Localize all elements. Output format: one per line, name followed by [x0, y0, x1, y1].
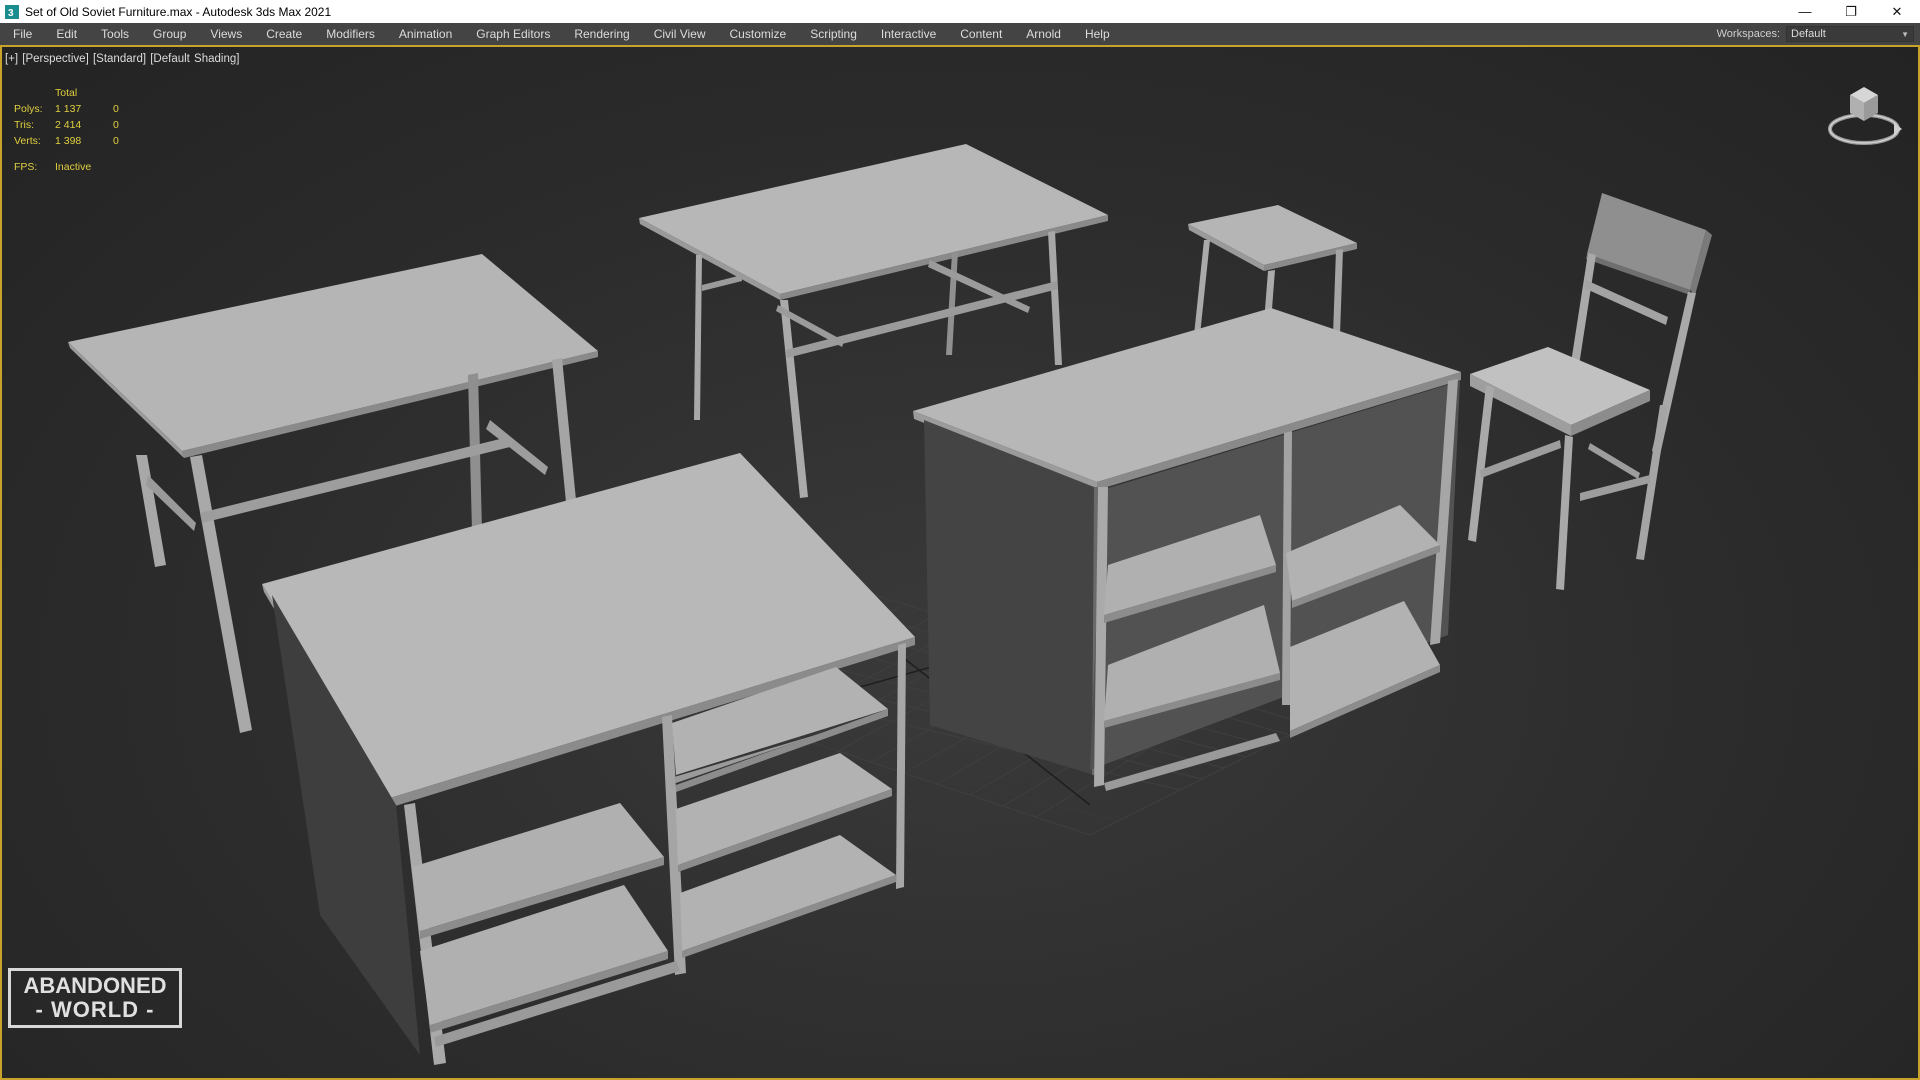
chair[interactable] [1468, 193, 1712, 590]
close-button[interactable]: ✕ [1874, 0, 1920, 23]
minimize-button[interactable]: — [1782, 0, 1828, 23]
viewport-label[interactable]: [+] [Perspective] [Standard] [Default Sh… [5, 53, 239, 65]
window-controls: — ❐ ✕ [1782, 0, 1920, 23]
viewport-scene [68, 144, 1712, 1065]
menu-help[interactable]: Help [1073, 23, 1122, 45]
menu-animation[interactable]: Animation [387, 23, 464, 45]
desk-shelves-right[interactable] [913, 308, 1461, 791]
viewcube-icon[interactable] [1824, 79, 1904, 151]
menu-graph-editors[interactable]: Graph Editors [464, 23, 562, 45]
logo-line1: ABANDONED [23, 973, 167, 998]
tris-total: 2 414 [55, 119, 82, 131]
menu-tools[interactable]: Tools [89, 23, 141, 45]
scene-statistics: Total Polys: 1 137 0 Tris: 2 414 0 Verts… [14, 85, 143, 175]
3dsmax-app-icon[interactable]: 3 [5, 4, 19, 19]
tris-label: Tris: [14, 119, 35, 131]
menu-edit[interactable]: Edit [44, 23, 89, 45]
verts-selected: 0 [113, 135, 119, 147]
desk-shelves-front[interactable] [262, 453, 915, 1065]
fps-value: Inactive [55, 161, 92, 173]
menu-modifiers[interactable]: Modifiers [314, 23, 387, 45]
tris-selected: 0 [113, 119, 119, 131]
verts-total: 1 398 [55, 135, 82, 147]
svg-text:3: 3 [8, 8, 14, 19]
title-bar: 3 Set of Old Soviet Furniture.max - Auto… [0, 0, 1920, 23]
menu-content[interactable]: Content [948, 23, 1014, 45]
menu-file[interactable]: File [0, 23, 44, 45]
stats-header: Total [55, 87, 78, 99]
workspaces-dropdown[interactable]: Default ▼ [1786, 26, 1914, 42]
menu-interactive[interactable]: Interactive [869, 23, 948, 45]
menu-bar: File Edit Tools Group Views Create Modif… [0, 23, 1920, 45]
menu-civil-view[interactable]: Civil View [642, 23, 718, 45]
fps-label: FPS: [14, 161, 38, 173]
workspaces-control: Workspaces: Default ▼ [1717, 23, 1914, 45]
workspaces-value: Default [1791, 28, 1826, 40]
menu-arnold[interactable]: Arnold [1014, 23, 1073, 45]
verts-label: Verts: [14, 135, 41, 147]
workspaces-label: Workspaces: [1716, 28, 1780, 40]
restore-button[interactable]: ❐ [1828, 0, 1874, 23]
menu-create[interactable]: Create [254, 23, 314, 45]
menu-group[interactable]: Group [141, 23, 198, 45]
menu-customize[interactable]: Customize [718, 23, 799, 45]
menu-rendering[interactable]: Rendering [562, 23, 641, 45]
polys-label: Polys: [14, 103, 43, 115]
menu-scripting[interactable]: Scripting [798, 23, 869, 45]
abandoned-world-logo: ABANDONED - WORLD - [8, 968, 182, 1028]
logo-line2: - WORLD - [35, 997, 155, 1022]
polys-selected: 0 [113, 103, 119, 115]
perspective-viewport[interactable]: [+] [Perspective] [Standard] [Default Sh… [0, 45, 1920, 1080]
window-title: Set of Old Soviet Furniture.max - Autode… [25, 4, 332, 19]
menu-views[interactable]: Views [198, 23, 254, 45]
polys-total: 1 137 [55, 103, 82, 115]
chevron-down-icon: ▼ [1901, 29, 1909, 39]
